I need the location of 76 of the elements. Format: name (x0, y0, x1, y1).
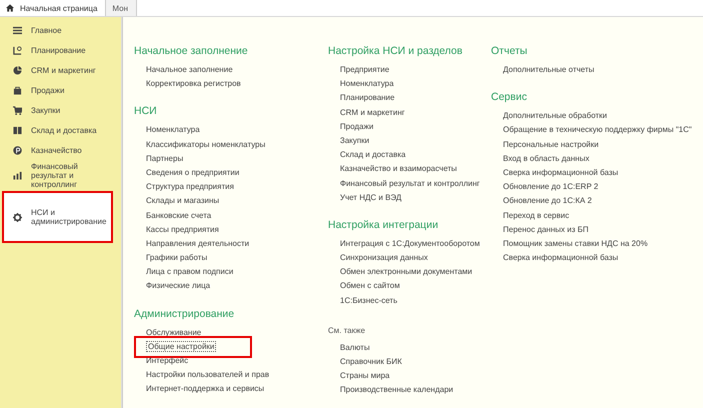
section-heading: Отчеты (491, 45, 528, 57)
pie-chart-icon (13, 66, 22, 74)
bar-chart-icon (13, 171, 22, 180)
menu-link[interactable]: Графики работы (146, 251, 208, 266)
section-heading: Настройка НСИ и разделов (328, 45, 464, 57)
boxes-icon (13, 126, 22, 134)
section-heading: Сервис (491, 91, 528, 104)
menu-link[interactable]: Валюты (340, 340, 370, 355)
menu-link[interactable]: Предприятие (340, 63, 390, 78)
menu-link[interactable]: Вход в область данных (503, 152, 590, 166)
menu-link[interactable]: Склады и магазины (146, 194, 220, 208)
menu-link[interactable]: Продажи (340, 120, 374, 134)
cart-icon (13, 106, 22, 114)
menu-link[interactable]: Обращение в техническую поддержку фирмы "1С" (503, 123, 692, 138)
chart-icon (13, 46, 22, 54)
menu-link[interactable]: Начальное заполнение (146, 63, 233, 78)
menu-link[interactable]: Перенос данных из БП (503, 222, 588, 237)
menu-link[interactable]: Интеграция с 1С:Документооборотом (340, 236, 480, 252)
menu-link[interactable]: Кассы предприятия (146, 222, 219, 237)
menu-link[interactable]: Учет НДС и ВЭД (340, 190, 402, 205)
gear-icon (13, 212, 22, 222)
menu-link[interactable]: Номенклатура (146, 123, 200, 138)
menu-icon (13, 26, 22, 34)
menu-link[interactable]: Дополнительные обработки (503, 109, 607, 124)
menu-link[interactable]: Лица с правом подписи (146, 265, 234, 280)
menu-link[interactable]: Настройки пользователей и прав (146, 368, 270, 382)
menu-link[interactable]: Обновление до 1С:КА 2 (503, 194, 592, 208)
sidebar-item[interactable]: CRM и маркетинг (2, 60, 113, 80)
menu-link[interactable]: Планирование (340, 91, 395, 106)
sidebar-item[interactable]: Главное (2, 20, 113, 40)
sidebar-item[interactable]: Финансовый результат и контроллинг (2, 160, 113, 191)
section-heading: Настройка интеграции (328, 218, 440, 231)
sidebar-item[interactable]: Планирование (2, 40, 113, 60)
sidebar-item[interactable]: Склад и доставка (2, 120, 113, 140)
menu-link[interactable]: Структура предприятия (146, 180, 234, 194)
menu-link[interactable]: Сверка информационной базы (503, 251, 618, 266)
menu-link[interactable]: Справочник БИК (340, 355, 402, 370)
menu-link[interactable]: Обмен с сайтом (340, 279, 400, 294)
menu-link[interactable]: Склад и доставка (340, 148, 406, 162)
menu-link[interactable]: Страны мира (340, 369, 390, 384)
menu-link[interactable]: Закупки (340, 134, 370, 148)
menu-link[interactable]: Синхронизация данных (340, 251, 428, 266)
menu-link[interactable]: Обновление до 1С:ERP 2 (503, 180, 598, 194)
menu-link[interactable]: Банковские счета (146, 208, 212, 223)
menu-link[interactable]: Направления деятельности (146, 236, 250, 252)
menu-link[interactable]: CRM и маркетинг (340, 106, 405, 120)
menu-link[interactable]: Производственные календари (340, 383, 454, 398)
home-icon (6, 4, 14, 12)
section-heading: НСИ (134, 105, 158, 118)
menu-link[interactable]: 1С:Бизнес-сеть (340, 294, 398, 308)
sidebar-item[interactable]: Закупки (2, 100, 113, 120)
menu-link[interactable]: Сведения о предприятии (146, 166, 240, 180)
menu-link[interactable]: Физические лица (146, 279, 210, 294)
section-heading: Начальное заполнение (134, 45, 249, 57)
sidebar-item[interactable]: НСИ и администрирование (2, 191, 113, 243)
menu-link[interactable]: Сверка информационной базы (503, 166, 618, 180)
see-also-heading: См. также (328, 326, 366, 335)
menu-link[interactable]: Партнеры (146, 152, 184, 166)
menu-link[interactable]: Персональные настройки (503, 138, 599, 152)
menu-link[interactable]: Дополнительные отчеты (503, 63, 594, 78)
coin-icon (13, 146, 22, 154)
bag-icon (13, 86, 22, 94)
menu-link[interactable]: Номенклатура (340, 77, 394, 92)
sidebar-item[interactable]: Продажи (2, 80, 113, 100)
tab[interactable]: Мон (106, 0, 138, 16)
menu-link[interactable]: Переход в сервис (503, 208, 570, 223)
menu-link[interactable]: Казначейство и взаиморасчеты (340, 162, 457, 176)
menu-link[interactable]: Обмен электронными документами (340, 265, 472, 280)
sidebar-item[interactable]: Казначейство (2, 140, 113, 160)
menu-link[interactable]: Интернет-поддержка и сервисы (146, 382, 264, 396)
section-heading: Администрирование (134, 308, 236, 320)
menu-link[interactable]: Корректировка регистров (146, 77, 241, 92)
menu-link[interactable]: Финансовый результат и контроллинг (340, 176, 480, 191)
menu-link[interactable]: Помощник замены ставки НДС на 20% (503, 236, 648, 252)
menu-link[interactable]: Общие настройки (134, 336, 252, 358)
menu-link[interactable]: Классификаторы номенклатуры (146, 138, 266, 152)
